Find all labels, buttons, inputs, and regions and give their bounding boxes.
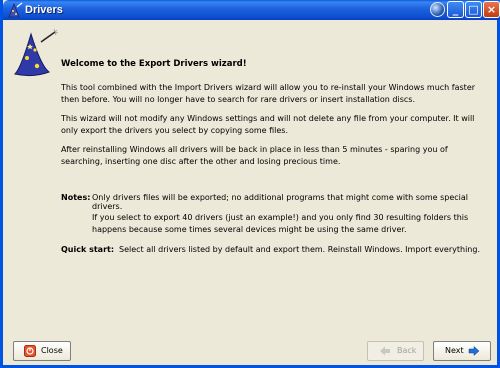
wizard-hat-icon: [14, 28, 59, 77]
maximize-icon: □: [468, 3, 479, 16]
close-icon: ×: [486, 3, 497, 16]
minimize-button[interactable]: _: [447, 1, 464, 18]
back-button[interactable]: Back: [367, 341, 424, 361]
minimize-icon: _: [452, 3, 459, 16]
wizard-content: Welcome to the Export Drivers wizard! Th…: [3, 20, 500, 368]
arrow-right-icon: [468, 345, 480, 357]
next-button[interactable]: Next: [433, 341, 491, 361]
note-2: If you select to export 40 drivers (just…: [92, 213, 469, 234]
notes-label: Notes:: [61, 193, 91, 202]
reinstall-paragraph: After reinstalling Windows all drivers w…: [61, 145, 448, 166]
close-window-button[interactable]: ×: [483, 1, 500, 18]
quickstart-label: Quick start:: [61, 245, 115, 254]
intro-paragraph: This tool combined with the Import Drive…: [61, 83, 476, 104]
wizard-heading: Welcome to the Export Drivers wizard!: [61, 59, 247, 69]
next-button-label: Next: [445, 346, 464, 355]
maximize-button[interactable]: □: [465, 1, 482, 18]
close-button[interactable]: Close: [13, 341, 71, 361]
note-1: Only drivers files will be exported; no …: [92, 193, 469, 211]
globe-icon[interactable]: [430, 2, 445, 17]
close-button-label: Close: [41, 346, 63, 355]
back-button-label: Back: [397, 346, 417, 355]
close-circle-icon: [24, 345, 36, 357]
arrow-left-icon: [380, 346, 390, 356]
title-bar[interactable]: Drivers _ □ ×: [3, 0, 500, 20]
window-title: Drivers: [25, 4, 63, 16]
quickstart-text: Select all drivers listed by default and…: [119, 245, 480, 254]
safety-paragraph: This wizard will not modify any Windows …: [61, 114, 475, 135]
drivers-window: Drivers _ □ × Welcome to the Export Driv…: [0, 0, 500, 368]
wizard-app-icon: [8, 2, 23, 18]
